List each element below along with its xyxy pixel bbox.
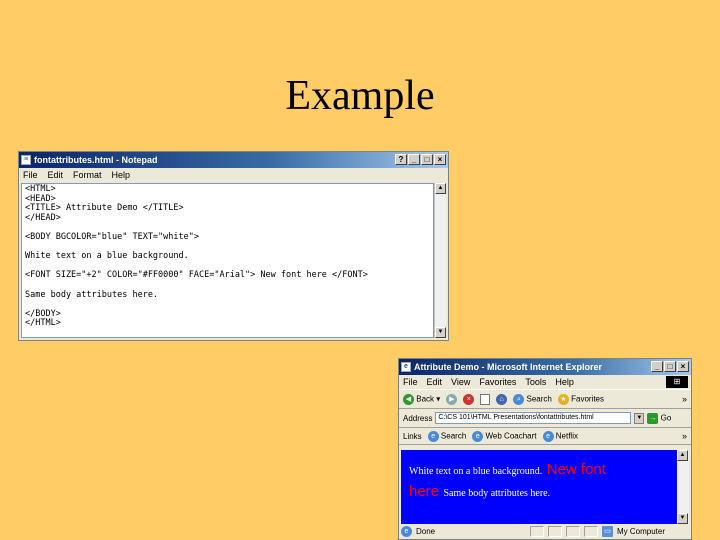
notepad-text-area[interactable]: <HTML> <HEAD> <TITLE> Attribute Demo </TIT… <box>21 183 434 338</box>
notepad-menubar: File Edit Format Help <box>19 168 448 182</box>
content-line-1: White text on a blue background. New fon… <box>409 460 669 482</box>
ie-addressbar: Address C:\CS 101\HTML Presentations\fon… <box>399 409 691 428</box>
search-label: Search <box>526 394 552 404</box>
status-cell <box>548 526 562 537</box>
help-icon[interactable]: ? <box>395 154 407 165</box>
address-value: C:\CS 101\HTML Presentations\fontattribu… <box>438 414 594 421</box>
address-input[interactable]: C:\CS 101\HTML Presentations\fontattribu… <box>435 412 632 424</box>
notepad-titlebar[interactable]: ≡ fontattributes.html - Notepad ? _ □ × <box>19 152 448 168</box>
scroll-down-icon[interactable]: ▼ <box>677 513 688 524</box>
status-zone: My Computer <box>617 527 666 536</box>
status-done: Done <box>416 527 436 536</box>
go-arrow-icon: → <box>647 412 659 424</box>
go-label: Go <box>660 413 672 423</box>
search-button[interactable]: ⌕ Search <box>513 393 552 405</box>
stop-icon[interactable]: × <box>463 393 475 405</box>
ie-toolbar: ◀ Back ▾ ▶ × ⌂ ⌕ Search ★ Favorites » <box>399 389 691 409</box>
white-text-1: White text on a blue background. <box>409 466 543 477</box>
forward-arrow-icon[interactable]: ▶ <box>446 393 458 405</box>
ie-page-icon: e <box>472 430 484 442</box>
maximize-icon[interactable]: □ <box>421 154 433 165</box>
ie-page-icon: e <box>427 430 439 442</box>
favorites-label: Favorites <box>571 394 605 404</box>
menu-favorites[interactable]: Favorites <box>479 377 516 387</box>
close-icon[interactable]: × <box>434 154 446 165</box>
ie-titlebar[interactable]: e Attribute Demo - Microsoft Internet Ex… <box>399 359 691 375</box>
menu-file[interactable]: File <box>23 170 38 180</box>
notepad-line <box>25 300 430 310</box>
ie-menubar: File Edit View Favorites Tools Help ⊞ <box>399 375 691 389</box>
links-label: Links <box>403 431 422 441</box>
link-web-coachart-label: Web Coachart <box>485 431 537 441</box>
windows-logo-icon: ⊞ <box>666 376 688 388</box>
menu-format[interactable]: Format <box>73 170 102 180</box>
link-netflix[interactable]: e Netflix <box>542 430 578 442</box>
notepad-app-icon: ≡ <box>21 155 31 165</box>
star-icon: ★ <box>557 393 569 405</box>
favorites-button[interactable]: ★ Favorites <box>557 393 605 405</box>
ie-app-icon: e <box>401 362 411 372</box>
notepad-scrollbar[interactable]: ▲ ▼ <box>434 183 446 338</box>
menu-help[interactable]: Help <box>112 170 131 180</box>
ie-page-content: White text on a blue background. New fon… <box>401 450 677 524</box>
notepad-line: </HEAD> <box>25 212 61 223</box>
close-icon[interactable]: × <box>677 361 689 372</box>
ie-title: Attribute Demo - Microsoft Internet Expl… <box>414 362 603 372</box>
notepad-line: <BODY BGCOLOR="blue" TEXT="white"> <box>25 231 199 242</box>
my-computer-icon: ▭ <box>602 526 613 537</box>
ie-window-controls: _ □ × <box>651 361 689 372</box>
notepad-line: White text on a blue background. <box>25 251 189 262</box>
menu-edit[interactable]: Edit <box>48 170 64 180</box>
ie-scrollbar[interactable]: ▲ ▼ <box>677 450 689 524</box>
scroll-up-icon[interactable]: ▲ <box>435 183 446 194</box>
red-font-text-1: New font <box>546 461 606 478</box>
home-icon[interactable]: ⌂ <box>496 393 508 405</box>
ie-statusbar: e Done ▭ My Computer <box>401 525 689 538</box>
notepad-window-controls: ? _ □ × <box>395 154 446 165</box>
slide-title: Example <box>285 73 435 119</box>
notepad-title: fontattributes.html - Notepad <box>34 155 158 165</box>
status-cell <box>530 526 544 537</box>
links-chevron-icon[interactable]: » <box>682 431 687 441</box>
link-netflix-label: Netflix <box>555 431 578 441</box>
status-cell <box>584 526 598 537</box>
address-label: Address <box>403 413 433 423</box>
notepad-window: ≡ fontattributes.html - Notepad ? _ □ × … <box>18 151 449 341</box>
ie-page-icon: e <box>542 430 554 442</box>
back-label: Back <box>416 394 435 404</box>
ie-page-icon: e <box>401 526 412 537</box>
maximize-icon[interactable]: □ <box>664 361 676 372</box>
search-icon: ⌕ <box>513 393 525 405</box>
notepad-line: Same body attributes here. <box>25 289 159 300</box>
minimize-icon[interactable]: _ <box>651 361 663 372</box>
minimize-icon[interactable]: _ <box>408 154 420 165</box>
link-web-coachart[interactable]: e Web Coachart <box>472 430 537 442</box>
scroll-down-icon[interactable]: ▼ <box>435 327 446 338</box>
menu-view[interactable]: View <box>451 377 470 387</box>
notepad-line: <HTML> <box>25 184 56 194</box>
scroll-up-icon[interactable]: ▲ <box>677 450 688 461</box>
ie-window: e Attribute Demo - Microsoft Internet Ex… <box>398 358 692 540</box>
refresh-icon[interactable] <box>480 393 491 405</box>
menu-help[interactable]: Help <box>555 377 574 387</box>
notepad-line: <TITLE> Attribute Demo </TITLE> <box>25 203 184 214</box>
white-text-2: Same body attributes here. <box>443 488 551 499</box>
menu-file[interactable]: File <box>403 377 418 387</box>
status-cell <box>566 526 580 537</box>
ie-linksbar: Links e Search e Web Coachart e Netflix … <box>399 428 691 445</box>
go-button[interactable]: → Go <box>647 412 672 424</box>
toolbar-chevron-icon[interactable]: » <box>682 394 687 404</box>
back-button[interactable]: ◀ Back ▾ <box>403 393 440 405</box>
menu-tools[interactable]: Tools <box>525 377 546 387</box>
red-font-text-2: here <box>409 483 440 500</box>
menu-edit[interactable]: Edit <box>427 377 443 387</box>
notepad-line: </BODY> <box>25 308 61 319</box>
address-dropdown-icon[interactable]: ▼ <box>634 412 645 424</box>
link-search[interactable]: e Search <box>427 430 467 442</box>
content-line-2: here Same body attributes here. <box>409 482 669 504</box>
back-arrow-icon: ◀ <box>403 393 414 405</box>
notepad-line: <FONT SIZE="+2" COLOR="#FF0000" FACE="Ar… <box>25 270 368 281</box>
notepad-line: </HTML> <box>25 318 61 329</box>
link-search-label: Search <box>440 431 467 441</box>
